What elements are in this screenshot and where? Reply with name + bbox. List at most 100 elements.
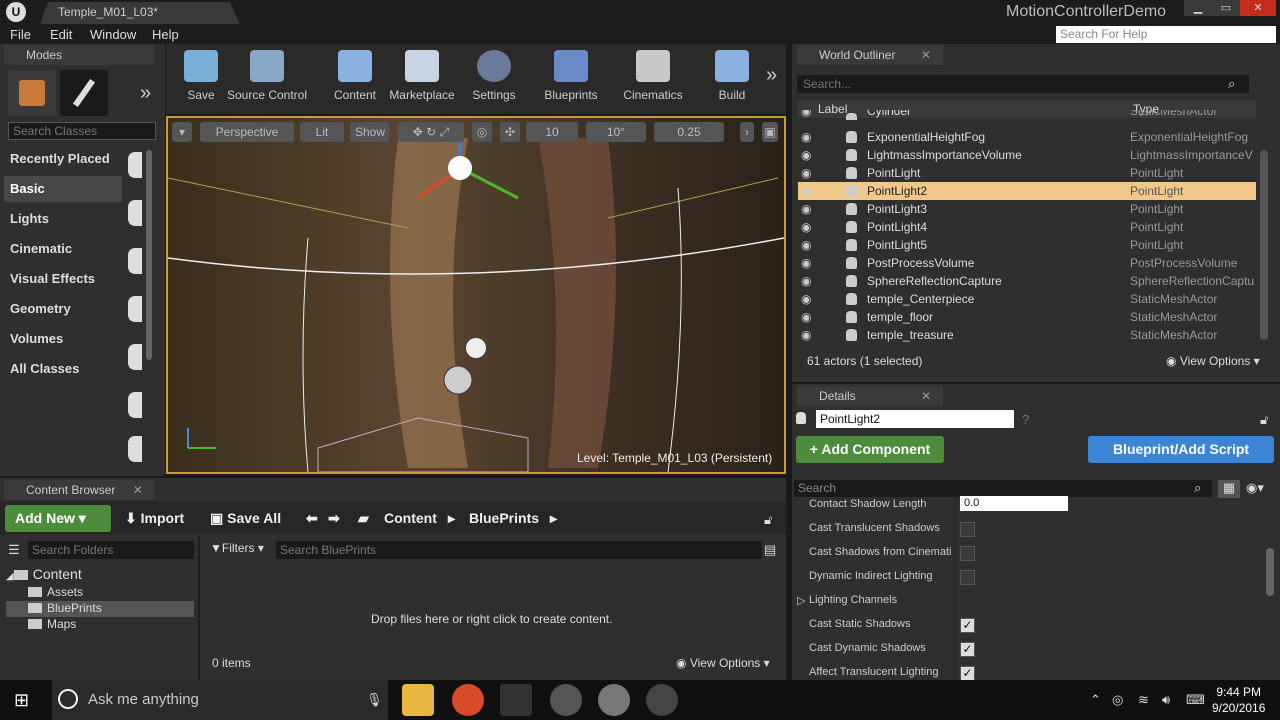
outliner-row[interactable]: ◉ PointLight4 PointLight: [798, 218, 1256, 236]
outliner-row[interactable]: ◉ temple_Centerpiece StaticMeshActor: [798, 290, 1256, 308]
class-thumbnail[interactable]: [128, 392, 142, 418]
unreal-engine-icon[interactable]: [598, 684, 630, 716]
help-icon[interactable]: ?: [1022, 412, 1029, 427]
content-button[interactable]: Content: [322, 46, 388, 110]
visibility-eye-icon[interactable]: ◉: [801, 218, 811, 236]
close-icon[interactable]: ✕: [921, 48, 931, 62]
close-icon[interactable]: ✕: [921, 389, 931, 403]
category-cinematic[interactable]: Cinematic: [4, 236, 122, 262]
close-icon[interactable]: ✕: [133, 483, 143, 497]
help-search-input[interactable]: Search For Help: [1056, 26, 1276, 43]
outliner-search-input[interactable]: Search...: [797, 75, 1249, 93]
blueprint-add-script-button[interactable]: Blueprint/Add Script: [1088, 436, 1274, 463]
chrome-icon[interactable]: [452, 684, 484, 716]
menu-edit[interactable]: Edit: [50, 27, 72, 42]
lock-icon[interactable]: 🔓︎: [1260, 412, 1268, 428]
lock-icon[interactable]: 🔓︎: [764, 512, 772, 528]
details-scrollbar[interactable]: [1266, 548, 1274, 596]
property-checkbox[interactable]: [960, 546, 975, 561]
visibility-eye-icon[interactable]: ◉: [801, 236, 811, 254]
lit-button[interactable]: Lit: [300, 122, 344, 142]
visibility-eye-icon[interactable]: ◉: [801, 308, 811, 326]
visibility-eye-icon[interactable]: ◉: [801, 200, 811, 218]
outliner-row[interactable]: ◉ temple_treasure StaticMeshActor: [798, 326, 1256, 344]
maximize-viewport-icon[interactable]: ▣: [762, 122, 778, 142]
cb-view-options[interactable]: ◉ View Options ▾: [676, 656, 770, 670]
obs-icon[interactable]: [646, 684, 678, 716]
tab-world-outliner[interactable]: World Outliner ✕: [797, 45, 943, 65]
visibility-eye-icon[interactable]: ◉: [801, 326, 811, 344]
sources-toggle-icon[interactable]: ☰: [8, 542, 20, 558]
class-thumbnail[interactable]: [128, 152, 142, 178]
outliner-row[interactable]: ◉ PostProcessVolume PostProcessVolume: [798, 254, 1256, 272]
breadcrumb-blueprints[interactable]: BluePrints: [469, 510, 539, 526]
epic-games-icon[interactable]: [500, 684, 532, 716]
property-checkbox[interactable]: ✓: [960, 666, 975, 681]
visibility-eye-icon[interactable]: ◉: [801, 290, 811, 308]
chevron-right-icon[interactable]: »: [766, 64, 777, 87]
tree-item-assets[interactable]: Assets: [28, 585, 83, 599]
transform-tools[interactable]: ✥ ↻ ⤢: [398, 122, 464, 142]
menu-help[interactable]: Help: [152, 27, 179, 42]
chevron-right-icon[interactable]: ▸: [550, 510, 557, 527]
class-thumbnail[interactable]: [128, 296, 142, 322]
marketplace-button[interactable]: Marketplace: [386, 46, 458, 110]
category-recently-placed[interactable]: Recently Placed: [4, 146, 122, 172]
settings-button[interactable]: Settings: [464, 46, 524, 110]
category-basic[interactable]: Basic: [4, 176, 122, 202]
viewport-overflow-icon[interactable]: ›: [740, 122, 754, 142]
source-control-button[interactable]: Source Control: [222, 46, 312, 110]
outliner-row[interactable]: ◉ PointLight5 PointLight: [798, 236, 1256, 254]
file-explorer-icon[interactable]: [402, 684, 434, 716]
class-thumbnail[interactable]: [128, 248, 142, 274]
save-search-icon[interactable]: ▤: [764, 542, 776, 558]
category-geometry[interactable]: Geometry: [4, 296, 122, 322]
tree-item-maps[interactable]: Maps: [28, 617, 76, 631]
search-classes-input[interactable]: Search Classes: [8, 122, 156, 140]
document-tab[interactable]: Temple_M01_L03*: [40, 2, 240, 24]
back-button[interactable]: ⬅: [306, 510, 318, 527]
tab-modes[interactable]: Modes: [4, 45, 154, 65]
place-mode-icon[interactable]: [8, 70, 56, 116]
scale-snap-button[interactable]: 0.25: [654, 122, 724, 142]
class-thumbnail[interactable]: [128, 436, 142, 462]
visibility-eye-icon[interactable]: ◉: [801, 110, 811, 120]
asset-search-input[interactable]: Search BluePrints: [276, 541, 762, 559]
classes-scrollbar[interactable]: [146, 150, 152, 360]
details-search-input[interactable]: Search: [794, 480, 1212, 497]
add-new-button[interactable]: Add New ▾: [5, 505, 111, 532]
property-checkbox[interactable]: ✓: [960, 642, 975, 657]
keyboard-icon[interactable]: ⌨: [1186, 692, 1205, 708]
outliner-row[interactable]: ◉ LightmassImportanceVolume LightmassImpor…: [798, 146, 1256, 164]
windows-start-icon[interactable]: ⊞: [14, 690, 29, 711]
visibility-eye-icon[interactable]: ◉: [801, 128, 811, 146]
maximize-button[interactable]: ▭: [1212, 0, 1240, 16]
actor-name-field[interactable]: PointLight2: [816, 410, 1014, 428]
app-icon[interactable]: [550, 684, 582, 716]
perspective-button[interactable]: Perspective: [200, 122, 294, 142]
tab-content-browser[interactable]: Content Browser ✕: [4, 480, 154, 500]
level-viewport[interactable]: [166, 116, 786, 474]
category-lights[interactable]: Lights: [4, 206, 122, 232]
property-checkbox[interactable]: ✓: [960, 618, 975, 633]
blueprints-button[interactable]: Blueprints: [538, 46, 604, 110]
cortana-search-box[interactable]: Ask me anything: [52, 680, 388, 720]
property-checkbox[interactable]: [960, 522, 975, 537]
property-matrix-icon[interactable]: ▦: [1218, 480, 1240, 498]
category-all-classes[interactable]: All Classes: [4, 356, 122, 382]
tree-item-blueprints[interactable]: BluePrints: [28, 601, 102, 615]
property-checkbox[interactable]: [960, 570, 975, 585]
menu-window[interactable]: Window: [90, 27, 136, 42]
visibility-eye-icon[interactable]: ◉: [801, 254, 811, 272]
outliner-row[interactable]: ◉ PointLight2 PointLight: [798, 182, 1256, 200]
folder-search-input[interactable]: Search Folders: [28, 541, 194, 559]
viewport-menu-icon[interactable]: ▾: [172, 122, 192, 142]
visibility-eye-icon[interactable]: ◉: [801, 182, 811, 200]
outliner-scrollbar[interactable]: [1260, 150, 1268, 340]
eye-icon[interactable]: ◉▾: [1246, 480, 1264, 496]
category-visual-effects[interactable]: Visual Effects: [4, 266, 122, 292]
breadcrumb-content[interactable]: Content: [384, 510, 437, 526]
expand-arrow-icon[interactable]: ▷: [797, 594, 805, 607]
surface-snap-icon[interactable]: ✣: [500, 122, 520, 142]
category-volumes[interactable]: Volumes: [4, 326, 122, 352]
